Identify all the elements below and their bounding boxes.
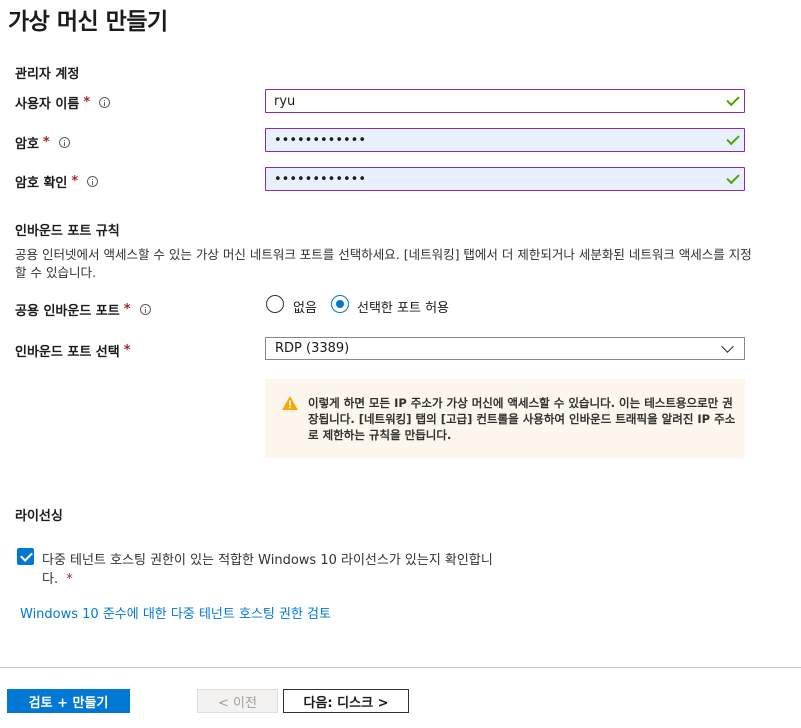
review-create-button[interactable]: 검토 + 만들기 bbox=[7, 689, 130, 713]
public-ports-label: 공용 인바운드 포트 * bbox=[15, 300, 151, 319]
required-marker: * bbox=[83, 95, 91, 110]
radio-selected-dot bbox=[336, 300, 344, 308]
info-icon[interactable] bbox=[58, 137, 70, 148]
required-marker: * bbox=[123, 343, 131, 358]
radio-none-label[interactable]: 없음 bbox=[293, 297, 317, 316]
username-input[interactable] bbox=[265, 89, 745, 113]
required-marker: * bbox=[71, 174, 79, 189]
next-disks-button[interactable]: 다음: 디스크 > bbox=[283, 689, 409, 713]
confirm-password-label-text: 암호 확인 bbox=[15, 176, 68, 191]
inbound-section-title: 인바운드 포트 규칙 bbox=[15, 224, 120, 239]
radio-none[interactable] bbox=[266, 295, 284, 313]
warning-box: 이렇게 하면 모든 IP 주소가 가상 머신에 액세스할 수 있습니다. 이는 … bbox=[265, 379, 745, 458]
select-ports-label: 인바운드 포트 선택 * bbox=[15, 341, 131, 360]
radio-allow-selected-label[interactable]: 선택한 포트 허용 bbox=[357, 297, 449, 316]
inbound-ports-dropdown[interactable]: RDP (3389) bbox=[265, 337, 745, 360]
warning-text: 이렇게 하면 모든 IP 주소가 가상 머신에 액세스할 수 있습니다. 이는 … bbox=[308, 396, 736, 442]
checkmark-icon bbox=[20, 549, 33, 562]
info-icon[interactable] bbox=[87, 176, 99, 187]
info-icon[interactable] bbox=[99, 97, 111, 108]
footer-divider bbox=[0, 667, 801, 668]
password-label-text: 암호 bbox=[15, 137, 39, 152]
license-confirm-text: 다중 테넌트 호스팅 권한이 있는 적합한 Windows 10 라이선스가 있… bbox=[42, 553, 493, 587]
confirm-password-label: 암호 확인 * bbox=[15, 172, 99, 191]
confirm-password-input[interactable] bbox=[265, 167, 745, 191]
license-checkbox-label[interactable]: 다중 테넌트 호스팅 권한이 있는 적합한 Windows 10 라이선스가 있… bbox=[42, 551, 502, 589]
radio-allow-selected[interactable] bbox=[331, 295, 349, 313]
warning-icon bbox=[282, 396, 298, 410]
username-label-text: 사용자 이름 bbox=[15, 97, 80, 112]
select-ports-label-text: 인바운드 포트 선택 bbox=[15, 345, 120, 360]
password-input[interactable] bbox=[265, 128, 745, 152]
page-title: 가상 머신 만들기 bbox=[8, 9, 168, 35]
required-marker: * bbox=[42, 135, 50, 150]
license-checkbox[interactable] bbox=[17, 548, 34, 565]
info-icon[interactable] bbox=[139, 304, 151, 315]
username-label: 사용자 이름 * bbox=[15, 93, 111, 112]
required-marker: * bbox=[66, 572, 73, 587]
previous-button[interactable]: < 이전 bbox=[197, 689, 278, 713]
review-hosting-rights-link[interactable]: Windows 10 준수에 대한 다중 테넌트 호스팅 권한 검토 bbox=[20, 603, 331, 622]
dropdown-value: RDP (3389) bbox=[275, 341, 350, 356]
password-label: 암호 * bbox=[15, 133, 70, 152]
required-marker: * bbox=[123, 302, 131, 317]
admin-section-title: 관리자 계정 bbox=[15, 67, 80, 82]
inbound-description: 공용 인터넷에서 액세스할 수 있는 가상 머신 네트워크 포트를 선택하세요.… bbox=[15, 247, 752, 280]
licensing-section-title: 라이선싱 bbox=[15, 509, 63, 524]
public-ports-label-text: 공용 인바운드 포트 bbox=[15, 304, 120, 319]
chevron-down-icon bbox=[721, 340, 734, 353]
